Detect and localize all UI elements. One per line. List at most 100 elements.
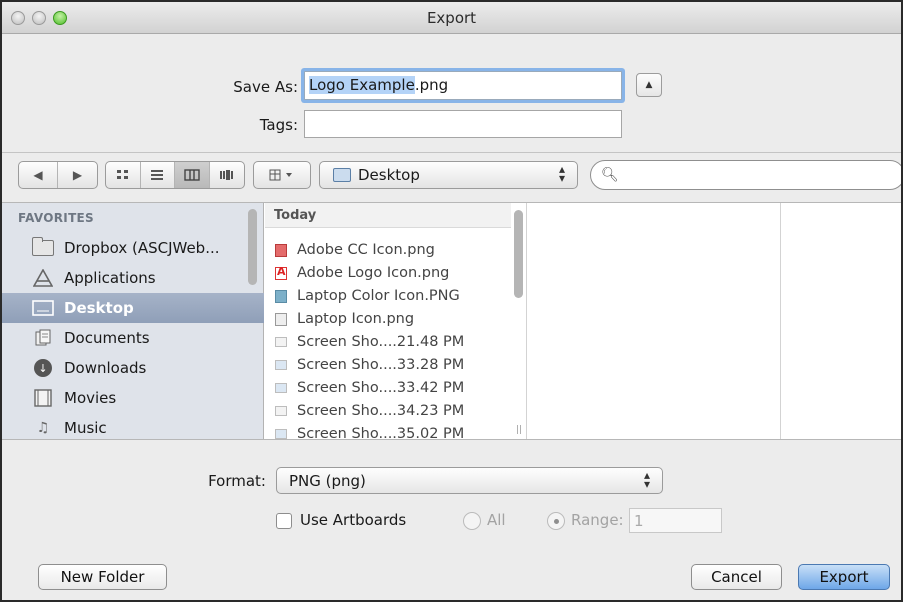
- applications-icon: [32, 269, 54, 287]
- icon-view-icon: [116, 170, 128, 179]
- filename-selected-text: Logo Example: [309, 76, 415, 94]
- export-button[interactable]: Export: [798, 564, 890, 590]
- image-file-icon: [275, 289, 287, 303]
- image-file-icon: [275, 243, 287, 257]
- back-button[interactable]: ◀: [19, 162, 59, 188]
- sidebar-header: FAVORITES: [18, 211, 95, 225]
- tags-input[interactable]: [304, 110, 622, 138]
- downloads-icon: ↓: [32, 359, 54, 377]
- search-input[interactable]: 🔍︎: [590, 160, 901, 190]
- list-item[interactable]: Screen Sho....33.42 PM: [275, 377, 511, 399]
- column-view-button[interactable]: [175, 162, 210, 188]
- cancel-button[interactable]: Cancel: [691, 564, 782, 590]
- sidebar-item-downloads[interactable]: ↓ Downloads: [2, 353, 264, 383]
- sidebar-item-label: Dropbox (ASCJWeb...: [64, 239, 220, 257]
- list-item[interactable]: Laptop Color Icon.PNG: [275, 285, 511, 307]
- sidebar-item-label: Documents: [64, 329, 150, 347]
- back-arrow-icon: ◀: [33, 168, 43, 182]
- window-title: Export: [426, 9, 477, 27]
- icon-view-button[interactable]: [106, 162, 141, 188]
- sidebar-scrollbar[interactable]: [248, 209, 257, 285]
- list-item[interactable]: Screen Sho....33.28 PM: [275, 354, 511, 376]
- adobe-file-icon: [275, 265, 287, 280]
- list-item[interactable]: Adobe Logo Icon.png: [275, 262, 511, 284]
- sidebar: FAVORITES Dropbox (ASCJWeb... Applicatio…: [2, 203, 264, 439]
- screenshot-file-icon: [275, 360, 287, 370]
- list-item[interactable]: Laptop Icon.png: [275, 308, 511, 330]
- list-item[interactable]: Screen Sho....35.02 PM: [275, 423, 511, 445]
- folder-icon: [32, 237, 54, 257]
- forward-arrow-icon: ▶: [72, 168, 83, 182]
- all-label: All: [487, 511, 506, 529]
- list-item[interactable]: Adobe CC Icon.png: [275, 239, 511, 261]
- image-file-icon: [275, 312, 287, 326]
- documents-icon: [32, 329, 54, 347]
- title-bar[interactable]: Export: [2, 2, 901, 34]
- sidebar-item-documents[interactable]: Documents: [2, 323, 264, 353]
- column-view-icon: [184, 169, 200, 181]
- new-folder-button[interactable]: New Folder: [38, 564, 167, 590]
- arrange-grid-icon: [269, 169, 292, 181]
- column-resize-grip-icon[interactable]: ||: [516, 425, 522, 435]
- column-scrollbar[interactable]: [514, 210, 523, 298]
- file-column: Today Adobe CC Icon.png Adobe Logo Icon.…: [265, 203, 527, 442]
- file-browser: FAVORITES Dropbox (ASCJWeb... Applicatio…: [2, 202, 901, 442]
- file-name: Screen Sho....33.28 PM: [297, 357, 465, 373]
- file-name: Laptop Icon.png: [297, 311, 415, 327]
- range-input[interactable]: 1: [629, 508, 722, 533]
- list-item[interactable]: Screen Sho....34.23 PM: [275, 400, 511, 422]
- file-name: Screen Sho....35.02 PM: [297, 426, 465, 442]
- sidebar-item-label: Music: [64, 419, 107, 437]
- coverflow-view-icon: [219, 170, 233, 180]
- sidebar-item-desktop[interactable]: Desktop: [2, 293, 264, 323]
- sidebar-item-label: Applications: [64, 269, 156, 287]
- save-as-label: Save As:: [233, 78, 298, 96]
- popup-arrows-icon: ▴ ▾: [643, 468, 650, 491]
- screenshot-file-icon: [275, 406, 287, 416]
- sidebar-item-dropbox[interactable]: Dropbox (ASCJWeb...: [2, 233, 264, 263]
- sidebar-item-label: Downloads: [64, 359, 147, 377]
- save-as-input[interactable]: Logo Example.png: [304, 71, 622, 100]
- divider: [2, 152, 901, 153]
- use-artboards-label: Use Artboards: [300, 511, 407, 529]
- sidebar-item-music[interactable]: ♫ Music: [2, 413, 264, 443]
- screenshot-file-icon: [275, 337, 287, 347]
- list-item[interactable]: Screen Sho....21.48 PM: [275, 331, 511, 353]
- forward-button[interactable]: ▶: [58, 162, 97, 188]
- file-name: Screen Sho....21.48 PM: [297, 334, 465, 350]
- arrange-menu-button[interactable]: [253, 161, 311, 189]
- range-label: Range:: [571, 511, 624, 529]
- file-name: Screen Sho....33.42 PM: [297, 380, 465, 396]
- range-radio[interactable]: [547, 512, 565, 530]
- file-name: Adobe Logo Icon.png: [297, 265, 450, 281]
- file-name: Screen Sho....34.23 PM: [297, 403, 465, 419]
- desktop-folder-icon: [333, 168, 351, 182]
- navigation-buttons: ◀ ▶: [18, 161, 98, 189]
- location-popup[interactable]: Desktop ▴ ▾: [319, 161, 578, 189]
- movies-icon: [32, 389, 54, 407]
- all-radio[interactable]: [463, 512, 481, 530]
- list-view-icon: [151, 170, 164, 180]
- sidebar-item-label: Movies: [64, 389, 117, 407]
- file-name: Adobe CC Icon.png: [297, 242, 435, 258]
- export-dialog: Export Save As: Logo Example.png ▲ Tags:…: [0, 0, 903, 602]
- screenshot-file-icon: [275, 383, 287, 393]
- location-label: Desktop: [358, 166, 420, 184]
- file-name: Laptop Color Icon.PNG: [297, 288, 460, 304]
- filename-extension: .png: [414, 76, 449, 94]
- desktop-icon: [32, 299, 54, 317]
- use-artboards-checkbox[interactable]: [276, 513, 292, 529]
- coverflow-view-button[interactable]: [210, 162, 244, 188]
- format-select[interactable]: PNG (png) ▴ ▾: [276, 467, 663, 494]
- sidebar-item-movies[interactable]: Movies: [2, 383, 264, 413]
- arrange-button[interactable]: [254, 162, 310, 188]
- screenshot-file-icon: [275, 429, 287, 439]
- format-label: Format:: [208, 472, 266, 490]
- sidebar-item-applications[interactable]: Applications: [2, 263, 264, 293]
- list-view-button[interactable]: [141, 162, 175, 188]
- empty-column: [527, 203, 781, 439]
- sidebar-item-label: Desktop: [64, 299, 134, 317]
- collapse-dialog-button[interactable]: ▲: [636, 73, 662, 97]
- tags-label: Tags:: [259, 116, 298, 134]
- music-icon: ♫: [36, 420, 50, 436]
